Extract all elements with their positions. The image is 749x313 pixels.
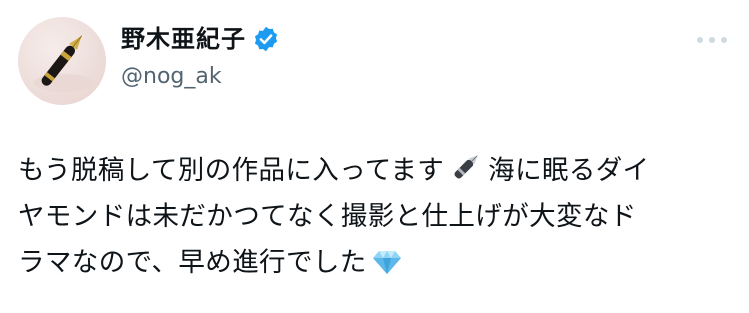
tweet-line-3: ラマなので、早め進行でした xyxy=(18,240,734,286)
tweet-text-segment: もう脱稿して別の作品に入ってます xyxy=(18,155,445,186)
tweet-text-segment: ラマなので、早め進行でした xyxy=(18,247,367,278)
tweet-text: もう脱稿して別の作品に入ってます 海に眠るダイ ヤモンドは未だかつてなく撮影と仕… xyxy=(18,148,734,286)
dot xyxy=(709,37,715,43)
display-name[interactable]: 野木亜紀子 xyxy=(121,24,246,54)
dot xyxy=(721,37,727,43)
tweet-line-1: もう脱稿して別の作品に入ってます 海に眠るダイ xyxy=(18,148,734,194)
author-row: 野木亜紀子 xyxy=(121,24,280,54)
tweet-card: 野木亜紀子 @nog_ak もう脱稿して別の作品に入ってます 海に眠るダイ ヤモ… xyxy=(0,0,749,313)
fountain-pen-avatar-icon xyxy=(34,35,94,92)
gem-icon xyxy=(372,251,401,274)
tweet-text-segment: 海に眠るダイ xyxy=(488,155,650,186)
more-options-icon[interactable] xyxy=(697,30,727,50)
user-handle[interactable]: @nog_ak xyxy=(121,62,222,92)
fountain-pen-icon xyxy=(454,155,478,179)
verified-badge-icon xyxy=(254,26,278,52)
dot xyxy=(697,37,703,43)
tweet-line-2: ヤモンドは未だかつてなく撮影と仕上げが大変なド xyxy=(18,201,637,232)
avatar[interactable] xyxy=(18,17,106,105)
